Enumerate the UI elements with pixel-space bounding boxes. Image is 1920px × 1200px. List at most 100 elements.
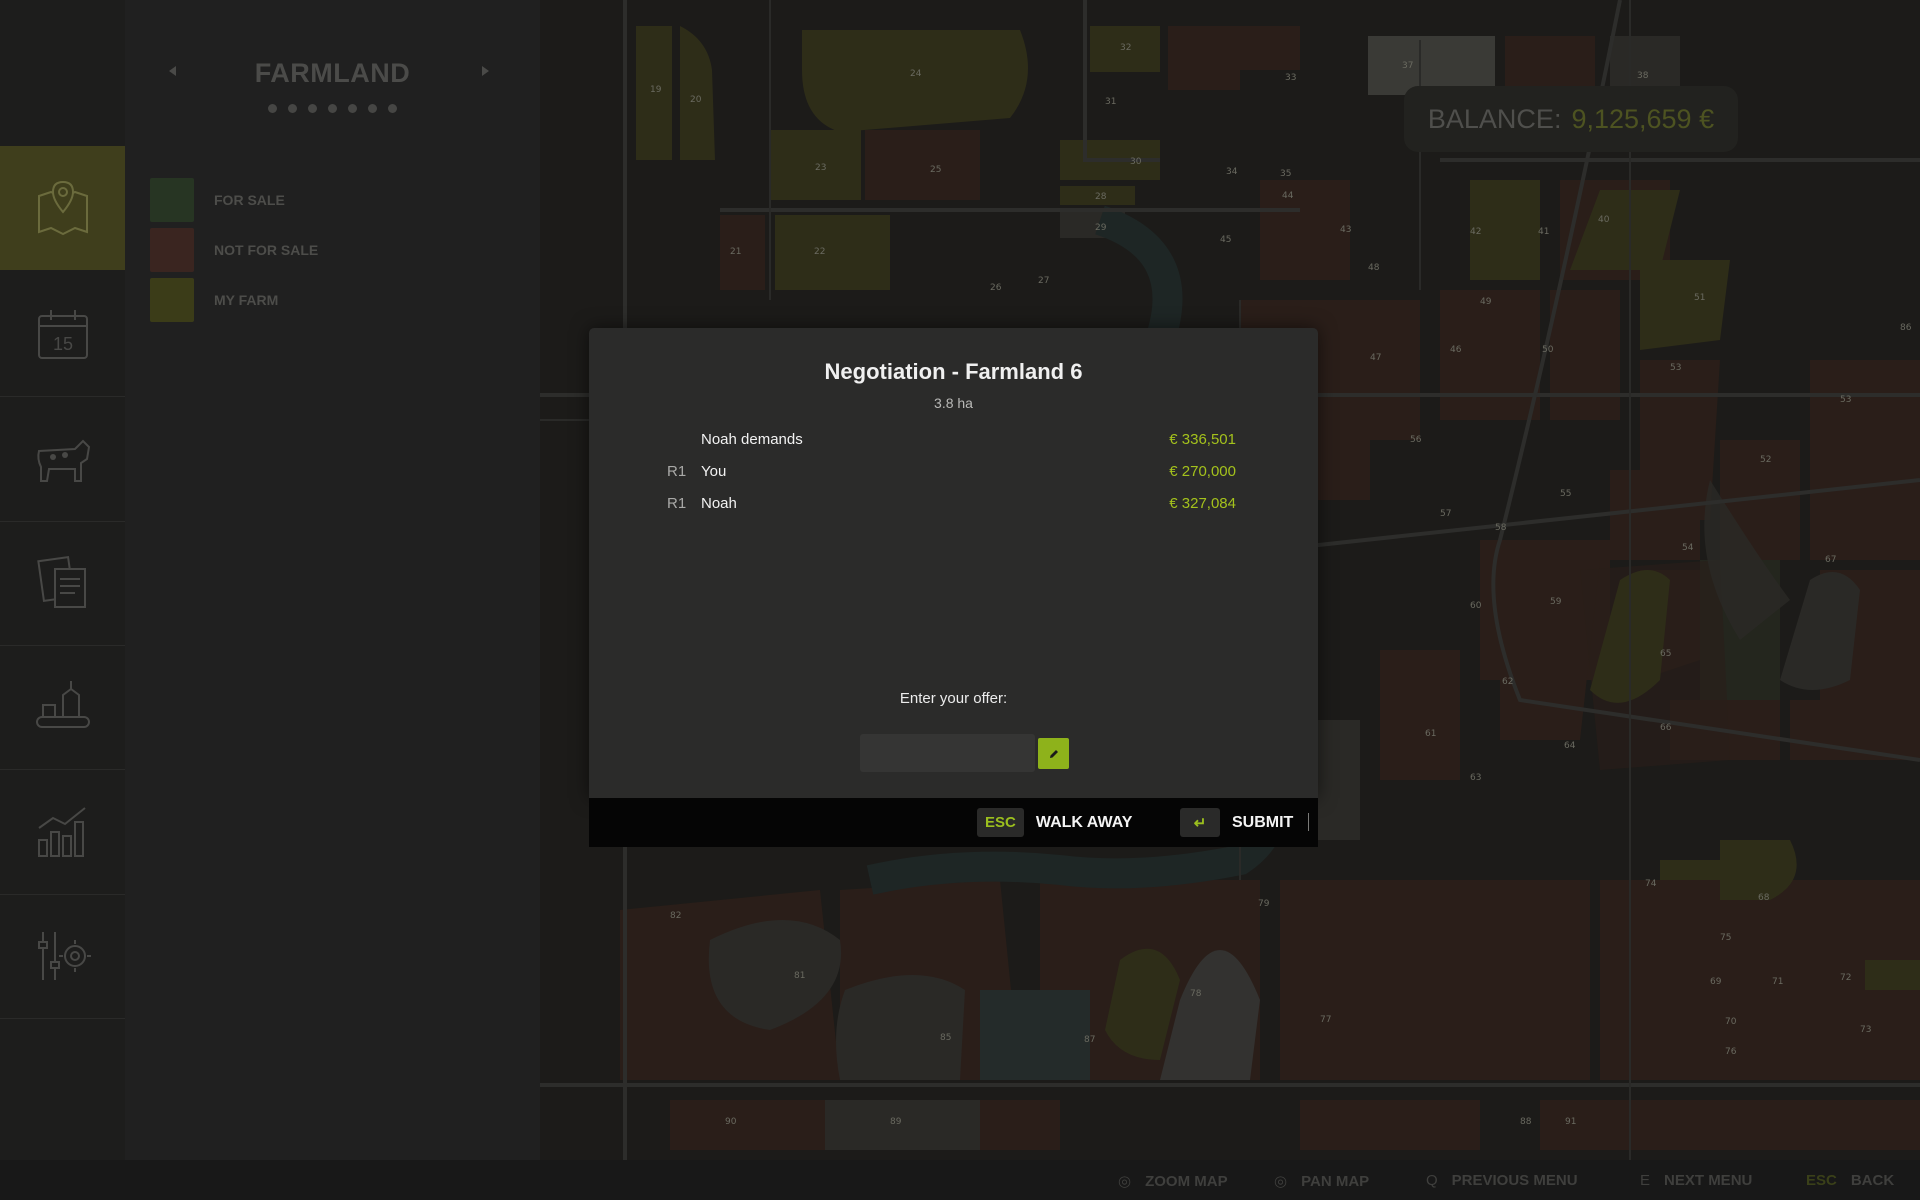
- svg-text:56: 56: [1410, 435, 1422, 445]
- svg-text:54: 54: [1682, 543, 1694, 553]
- esc-key: ESC: [1806, 1172, 1837, 1189]
- legend-label: NOT FOR SALE: [214, 242, 319, 258]
- svg-text:49: 49: [1480, 297, 1492, 307]
- hint-zoom-map[interactable]: ◎ ZOOM MAP: [1118, 1172, 1228, 1191]
- svg-text:89: 89: [890, 1117, 902, 1127]
- sidebar-panel: FARMLAND FOR SALE NOT FOR SALE MY FARM: [125, 0, 540, 1200]
- svg-text:46: 46: [1450, 345, 1462, 355]
- offer-input[interactable]: [860, 734, 1035, 772]
- rail-item-animals[interactable]: [0, 397, 125, 522]
- submit-label: SUBMIT: [1232, 813, 1294, 831]
- page-dot[interactable]: [308, 104, 317, 113]
- svg-text:48: 48: [1368, 263, 1380, 273]
- svg-text:76: 76: [1725, 1047, 1737, 1057]
- svg-text:38: 38: [1637, 71, 1649, 81]
- svg-text:55: 55: [1560, 489, 1571, 499]
- svg-text:57: 57: [1440, 509, 1451, 519]
- hint-previous-menu[interactable]: Q PREVIOUS MENU: [1426, 1172, 1578, 1189]
- svg-text:30: 30: [1130, 157, 1142, 167]
- svg-text:66: 66: [1660, 723, 1672, 733]
- svg-text:77: 77: [1320, 1015, 1331, 1025]
- settings-icon: [37, 932, 91, 980]
- svg-text:61: 61: [1425, 729, 1436, 739]
- svg-text:29: 29: [1095, 223, 1107, 233]
- legend-swatch: [150, 228, 194, 272]
- svg-text:63: 63: [1470, 773, 1481, 783]
- hint-pan-map[interactable]: ◎ PAN MAP: [1274, 1172, 1370, 1191]
- walk-away-button[interactable]: ESC WALK AWAY: [977, 808, 1132, 837]
- svg-text:43: 43: [1340, 225, 1351, 235]
- submit-button[interactable]: ↵ SUBMIT: [1180, 808, 1293, 837]
- rail-item-settings[interactable]: [0, 894, 125, 1019]
- svg-text:26: 26: [990, 283, 1002, 293]
- page-dot[interactable]: [368, 104, 377, 113]
- svg-text:27: 27: [1038, 276, 1049, 286]
- dialog-subtitle: 3.8 ha: [934, 395, 973, 411]
- hint-label: NEXT MENU: [1664, 1172, 1753, 1189]
- svg-text:60: 60: [1470, 601, 1482, 611]
- svg-text:23: 23: [815, 163, 826, 173]
- page-dot[interactable]: [288, 104, 297, 113]
- svg-text:88: 88: [1520, 1117, 1532, 1127]
- hint-label: ZOOM MAP: [1145, 1172, 1228, 1190]
- hint-next-menu[interactable]: E NEXT MENU: [1640, 1172, 1752, 1189]
- round-label: R1: [667, 495, 687, 512]
- svg-text:69: 69: [1710, 977, 1722, 987]
- rail-item-map[interactable]: [0, 146, 133, 270]
- svg-text:53: 53: [1670, 363, 1681, 373]
- legend-not-for-sale: NOT FOR SALE: [150, 228, 318, 272]
- calendar-icon: 15: [37, 310, 88, 359]
- q-key: Q: [1426, 1172, 1438, 1189]
- svg-text:50: 50: [1542, 345, 1554, 355]
- svg-text:65: 65: [1660, 649, 1671, 659]
- rail-item-statistics[interactable]: [0, 770, 125, 895]
- party-name: Noah demands: [701, 431, 803, 448]
- svg-text:32: 32: [1120, 43, 1131, 53]
- legend-swatch: [150, 278, 194, 322]
- svg-text:86: 86: [1900, 323, 1912, 333]
- svg-text:64: 64: [1564, 741, 1576, 751]
- svg-text:42: 42: [1470, 227, 1481, 237]
- svg-text:22: 22: [814, 247, 825, 257]
- svg-text:52: 52: [1760, 455, 1771, 465]
- svg-text:53: 53: [1840, 395, 1851, 405]
- page-dot[interactable]: [388, 104, 397, 113]
- negotiation-row: R1 Noah € 327,084: [589, 495, 1318, 519]
- map-pin-icon: [37, 180, 88, 236]
- page-dot[interactable]: [348, 104, 357, 113]
- page-dot[interactable]: [268, 104, 277, 113]
- svg-text:19: 19: [650, 85, 662, 95]
- svg-text:78: 78: [1190, 989, 1202, 999]
- legend-swatch: [150, 178, 194, 222]
- edit-offer-button[interactable]: [1038, 738, 1069, 769]
- divider: [1308, 813, 1309, 831]
- balance-label: BALANCE:: [1427, 103, 1562, 134]
- svg-text:28: 28: [1095, 192, 1107, 202]
- dialog-button-bar: ESC WALK AWAY ↵ SUBMIT: [589, 798, 1318, 847]
- mouse-drag-icon: ◎: [1274, 1173, 1288, 1190]
- svg-text:68: 68: [1758, 893, 1770, 903]
- rail-item-calendar[interactable]: 15: [0, 272, 125, 397]
- svg-text:31: 31: [1105, 97, 1116, 107]
- production-icon: [35, 681, 90, 728]
- legend-for-sale: FOR SALE: [150, 178, 285, 222]
- offer-amount: € 327,084: [1169, 495, 1236, 512]
- next-page-arrow-icon[interactable]: [482, 66, 489, 76]
- svg-text:24: 24: [910, 69, 922, 79]
- input-hint-bar: ◎ ZOOM MAP ◎ PAN MAP Q PREVIOUS MENU E N…: [0, 1160, 1920, 1200]
- hint-label: PAN MAP: [1301, 1172, 1370, 1190]
- svg-text:85: 85: [940, 1033, 951, 1043]
- hint-back[interactable]: ESC BACK: [1806, 1172, 1894, 1189]
- offer-label: Enter your offer:: [899, 690, 1008, 707]
- mouse-wheel-icon: ◎: [1118, 1173, 1132, 1190]
- contracts-icon: [36, 555, 86, 608]
- offer-amount: € 270,000: [1169, 463, 1236, 480]
- rail-item-production[interactable]: [0, 645, 125, 770]
- page-dot[interactable]: [328, 104, 337, 113]
- svg-text:72: 72: [1840, 973, 1851, 983]
- rail-item-contracts[interactable]: [0, 521, 125, 646]
- svg-text:73: 73: [1860, 1025, 1871, 1035]
- svg-text:25: 25: [930, 165, 941, 175]
- svg-text:51: 51: [1694, 293, 1705, 303]
- svg-text:34: 34: [1226, 167, 1238, 177]
